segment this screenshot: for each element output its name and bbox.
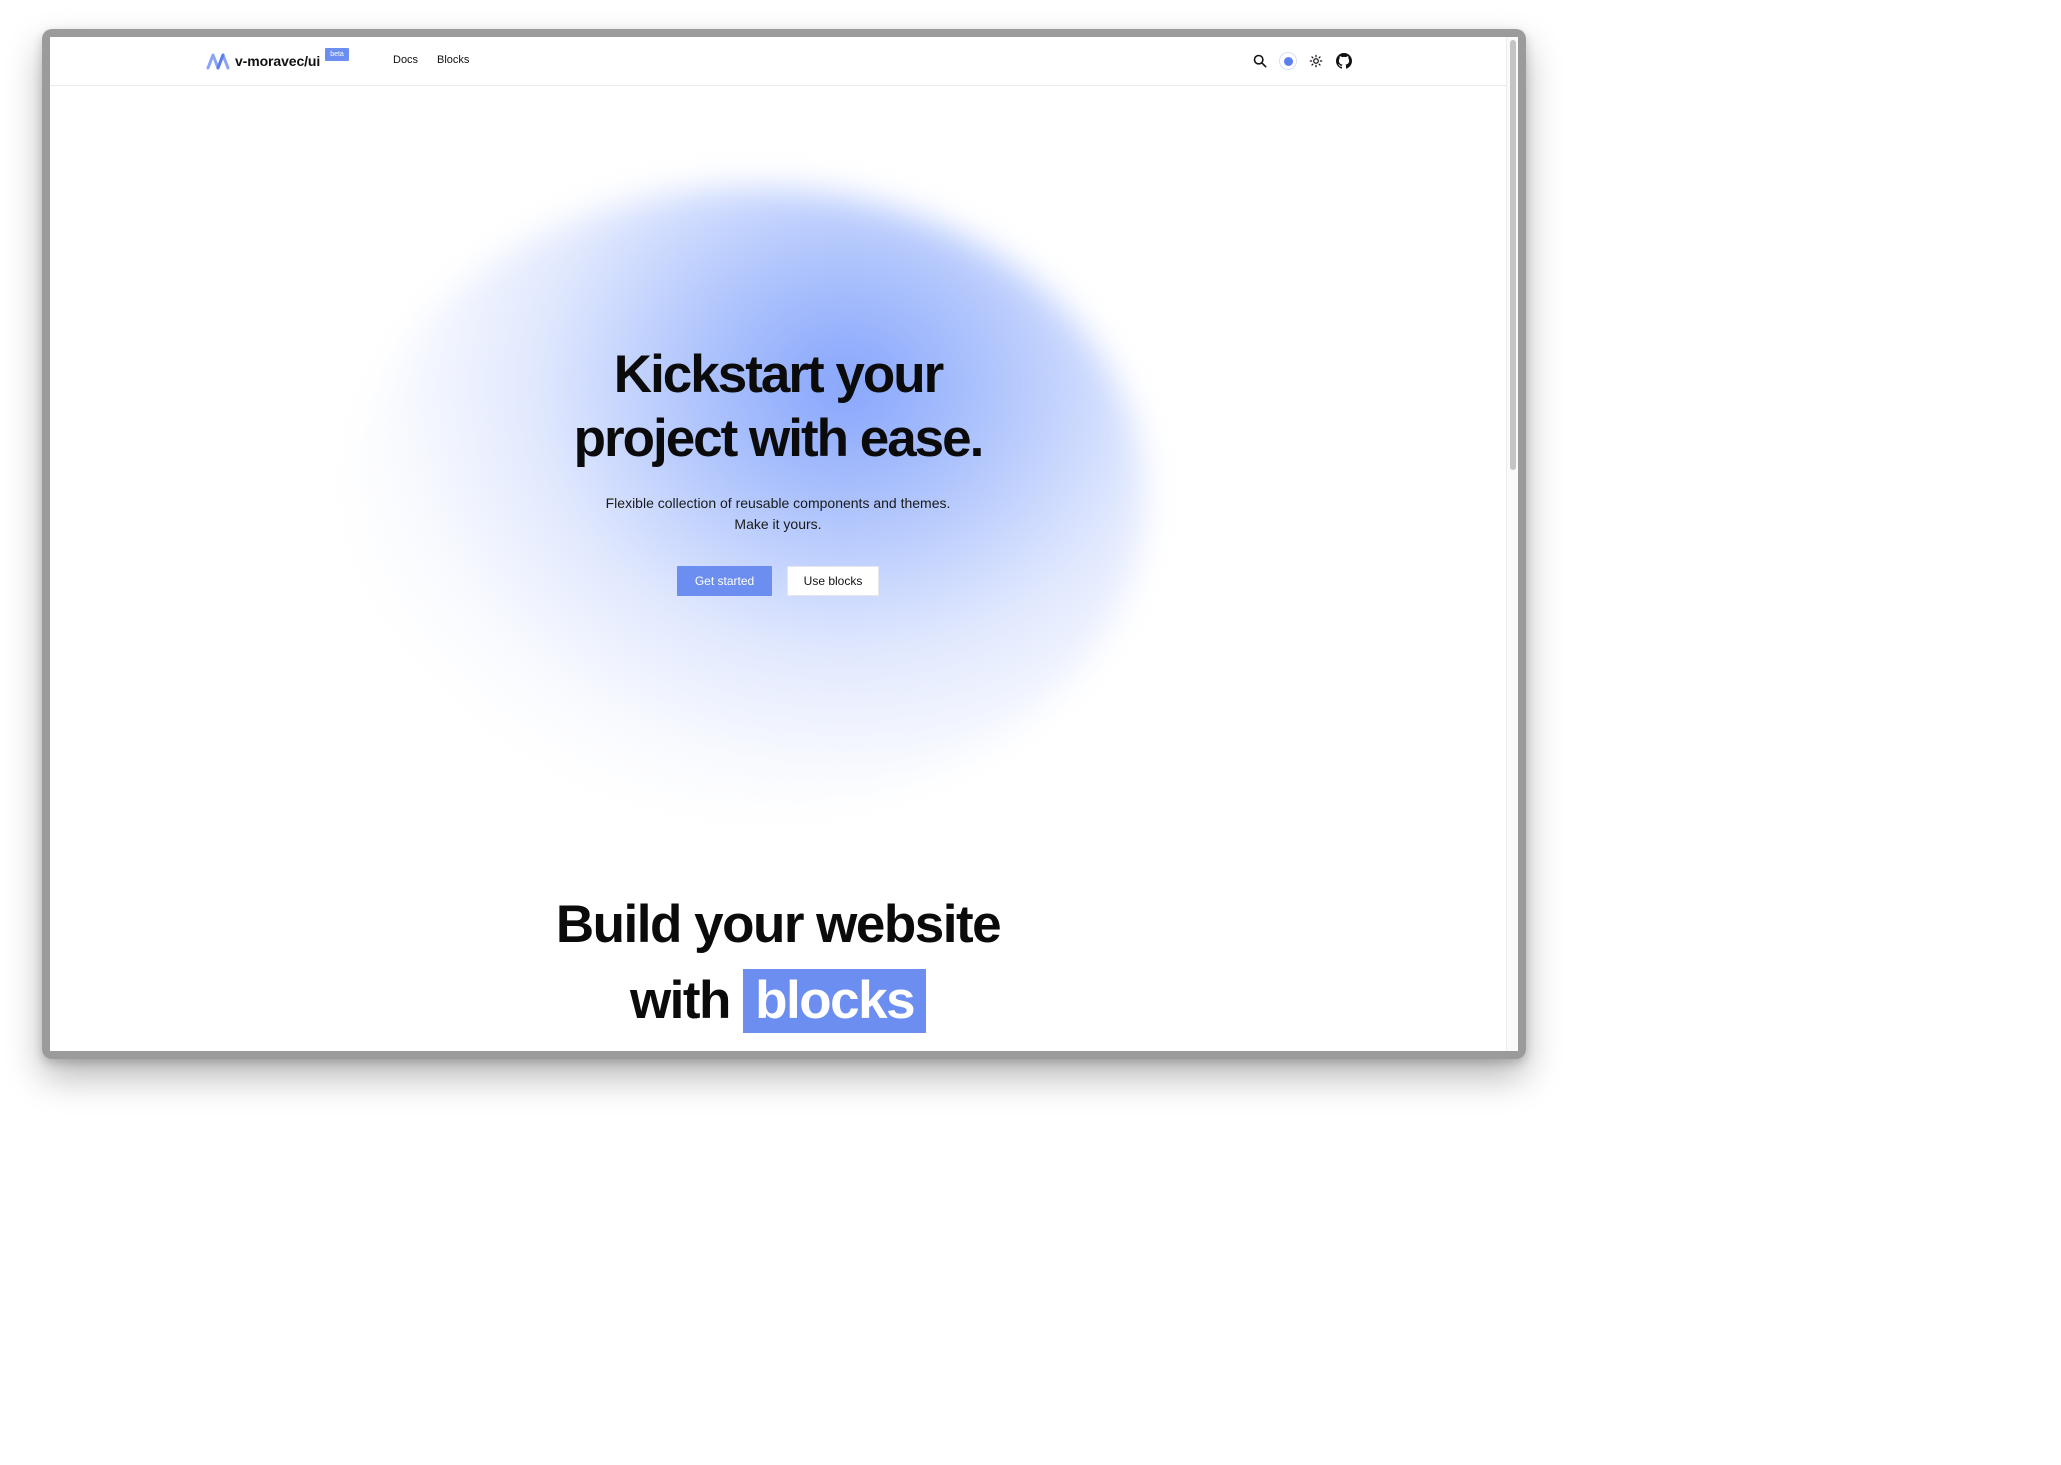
color-theme-dot: [1283, 56, 1293, 66]
page-content: v-moravec/ui beta Docs Blocks Kickstart …: [50, 37, 1506, 1051]
logo-mark-icon: [206, 53, 230, 70]
hero-subtitle-line-2: Make it yours.: [734, 516, 822, 532]
scrollbar-thumb[interactable]: [1510, 40, 1516, 470]
logo-link[interactable]: v-moravec/ui: [206, 49, 320, 73]
search-icon: [1253, 54, 1267, 68]
section-title-line-1: Build your website: [555, 895, 1002, 954]
hero-title-line-2: project with ease.: [573, 409, 985, 468]
use-blocks-button[interactable]: Use blocks: [787, 566, 879, 596]
nav-link-docs[interactable]: Docs: [393, 54, 418, 66]
logo-text: v-moravec/ui: [235, 53, 321, 69]
beta-badge: beta: [325, 48, 349, 61]
hero-title-line-1: Kickstart your: [613, 345, 944, 404]
color-theme-button[interactable]: [1278, 51, 1298, 71]
header-toolbar: [1250, 51, 1362, 71]
hero-subtitle: Flexible collection of reusable componen…: [528, 493, 1028, 535]
section-title-prefix: with: [629, 971, 731, 1030]
vertical-scrollbar[interactable]: [1506, 37, 1518, 1051]
github-link[interactable]: [1334, 51, 1354, 71]
sun-icon: [1309, 54, 1323, 68]
hero-subtitle-line-1: Flexible collection of reusable componen…: [605, 495, 951, 511]
hero-title: Kickstart your project with ease.: [528, 343, 1028, 471]
browser-viewport: v-moravec/ui beta Docs Blocks Kickstart …: [50, 37, 1518, 1051]
section-title-highlight: blocks: [743, 969, 927, 1033]
section-title-line-2: with blocks: [478, 963, 1078, 1039]
blocks-section-title: Build your website with blocks: [478, 887, 1078, 1039]
theme-toggle-button[interactable]: [1306, 51, 1326, 71]
nav-link-blocks[interactable]: Blocks: [437, 54, 469, 66]
search-button[interactable]: [1250, 51, 1270, 71]
color-theme-ring: [1279, 52, 1297, 70]
site-header: v-moravec/ui beta Docs Blocks: [50, 37, 1506, 86]
github-icon: [1336, 53, 1352, 69]
get-started-button[interactable]: Get started: [677, 566, 772, 596]
